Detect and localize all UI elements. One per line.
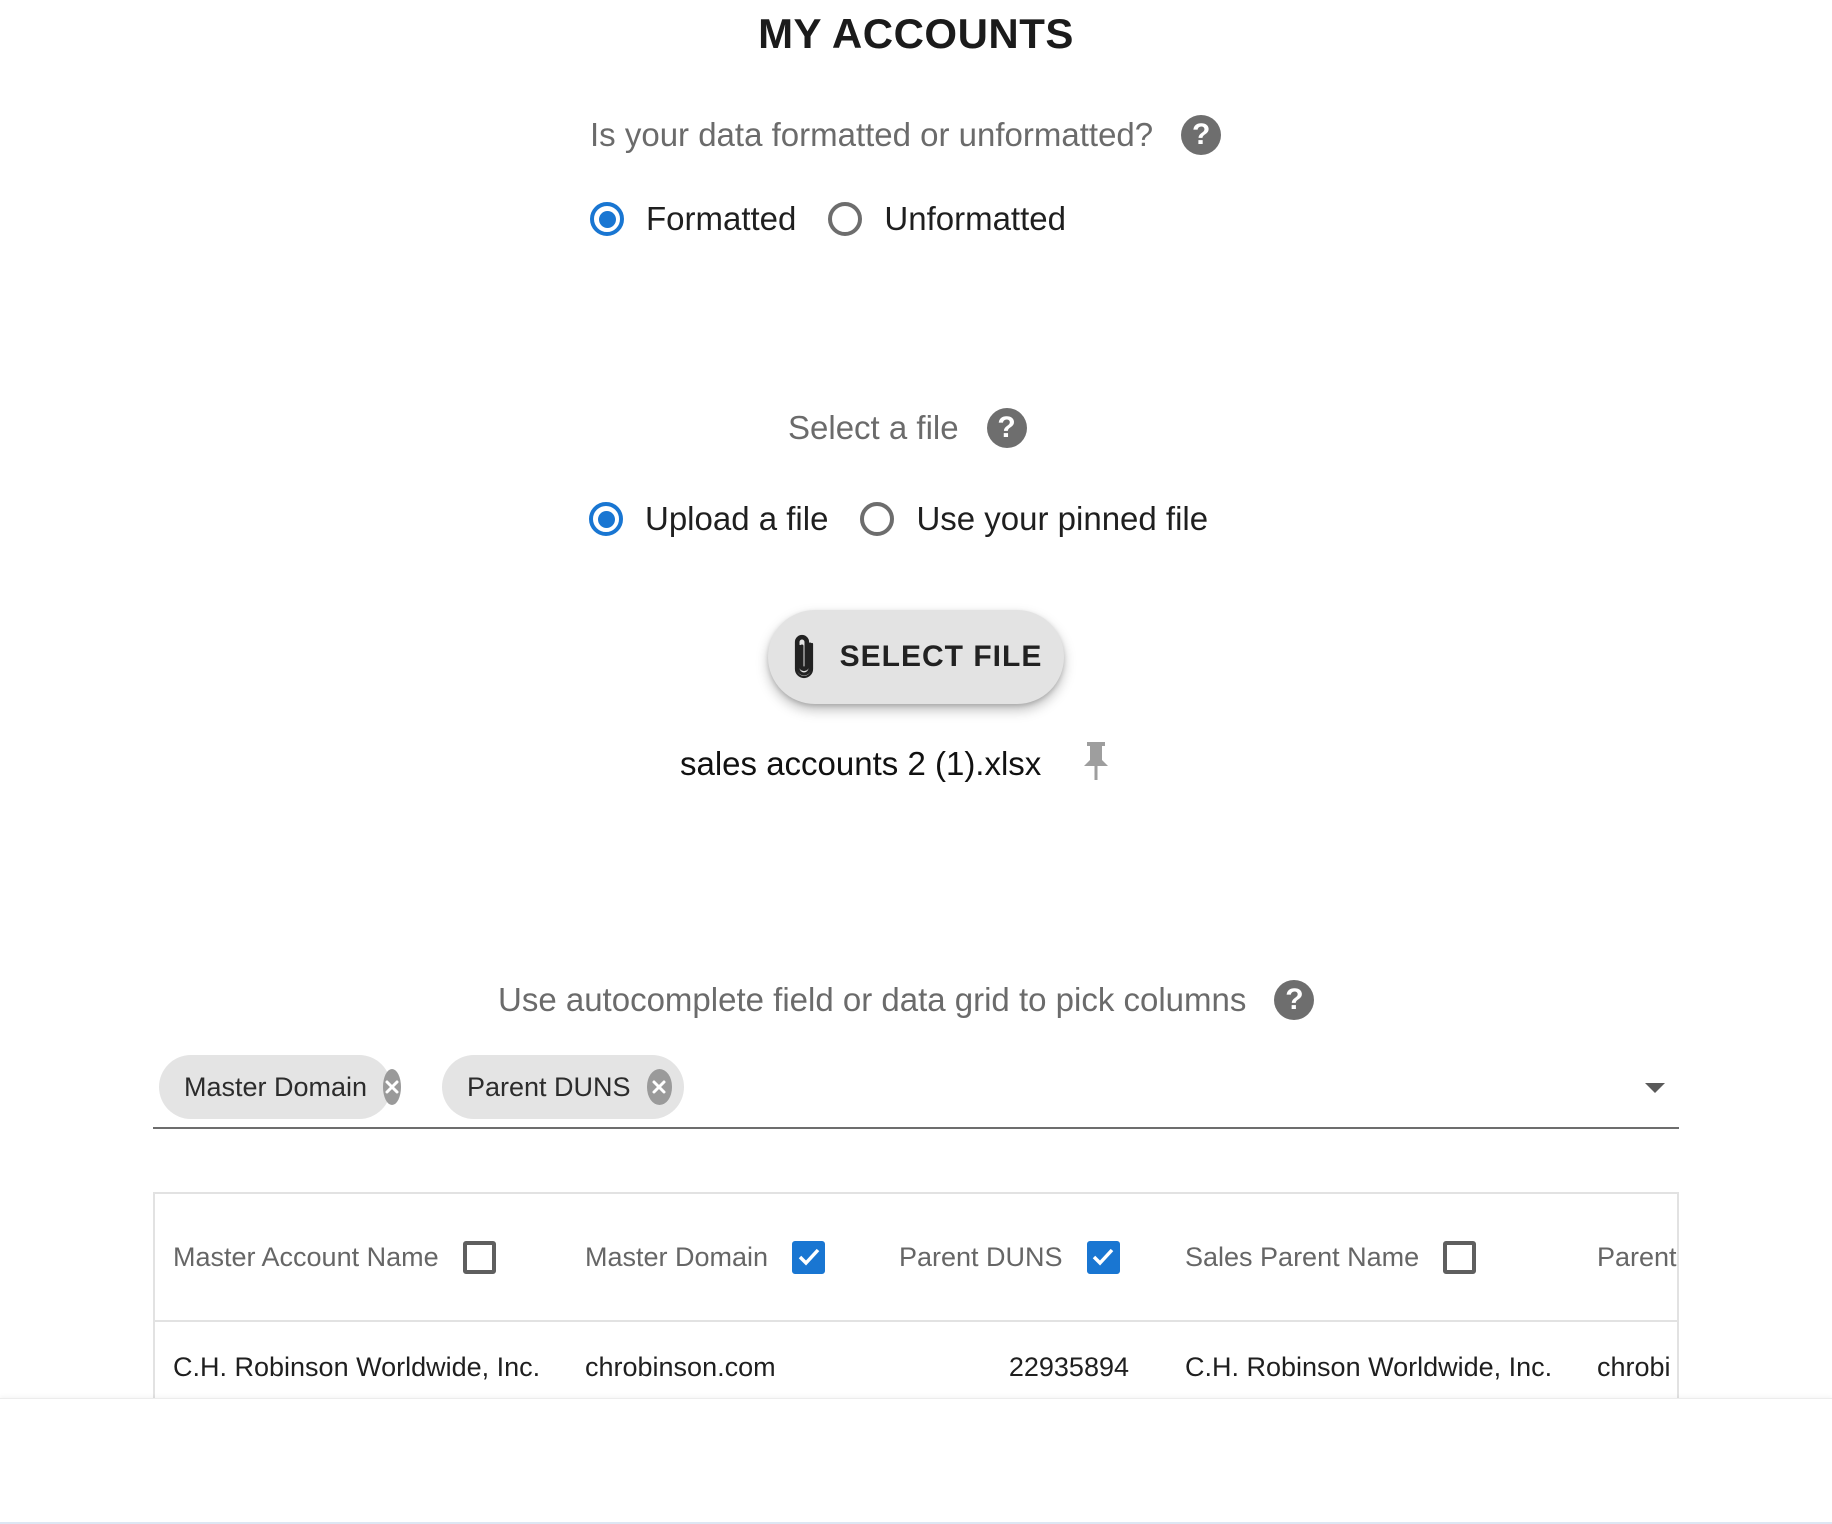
file-help-icon[interactable]: ? xyxy=(986,408,1027,448)
column-checkbox-parent-duns[interactable] xyxy=(1086,1240,1120,1274)
column-header-sales-parent-name: Sales Parent Name xyxy=(1185,1194,1477,1320)
file-question-label: Select a file xyxy=(788,409,959,446)
radio-upload-file-circle[interactable] xyxy=(589,502,623,536)
column-header-label: Master Domain xyxy=(585,1241,769,1272)
columns-question-label: Use autocomplete field or data grid to p… xyxy=(498,981,1247,1018)
table-row: C.H. Robinson Worldwide, Inc. chrobinson… xyxy=(155,1322,1677,1402)
column-checkbox-master-domain[interactable] xyxy=(792,1240,826,1274)
radio-pinned-file[interactable]: Use your pinned file xyxy=(860,500,1208,538)
column-header-master-account-name: Master Account Name xyxy=(173,1194,496,1320)
file-radio-group: Upload a file Use your pinned file xyxy=(589,500,1240,538)
chevron-down-icon[interactable] xyxy=(1645,1083,1665,1093)
column-header-label: Parent DUNS xyxy=(899,1241,1063,1272)
chip-master-domain-remove-icon[interactable] xyxy=(383,1069,402,1105)
pin-icon[interactable] xyxy=(1080,740,1112,782)
chip-master-domain[interactable]: Master Domain xyxy=(159,1055,402,1119)
page-title: MY ACCOUNTS xyxy=(758,10,1074,57)
chip-master-domain-label: Master Domain xyxy=(184,1071,368,1102)
format-help-icon[interactable]: ? xyxy=(1181,115,1222,155)
paperclip-icon xyxy=(794,634,813,679)
cell-master-account-name: C.H. Robinson Worldwide, Inc. xyxy=(173,1351,541,1382)
radio-unformatted[interactable]: Unformatted xyxy=(828,200,1066,238)
chip-parent-duns[interactable]: Parent DUNS xyxy=(442,1055,684,1119)
radio-unformatted-label: Unformatted xyxy=(884,200,1066,237)
cell-master-domain: chrobinson.com xyxy=(585,1351,776,1382)
column-header-label: Sales Parent Name xyxy=(1185,1241,1420,1272)
column-header-label: Parent xyxy=(1597,1241,1677,1272)
select-file-button[interactable]: SELECT FILE xyxy=(768,610,1064,704)
column-header-parent: Parent xyxy=(1597,1194,1677,1320)
cell-sales-parent-name: C.H. Robinson Worldwide, Inc. xyxy=(1185,1351,1553,1382)
column-autocomplete-field[interactable]: Master Domain Parent DUNS xyxy=(153,1055,1679,1129)
select-file-label: SELECT FILE xyxy=(839,640,1043,673)
format-question-label: Is your data formatted or unformatted? xyxy=(590,116,1154,153)
column-header-master-domain: Master Domain xyxy=(585,1194,826,1320)
footer-band xyxy=(0,1398,1832,1524)
page: MY ACCOUNTS Is your data formatted or un… xyxy=(0,0,1832,1524)
column-checkbox-sales-parent-name[interactable] xyxy=(1443,1240,1477,1274)
grid-header: Master Account Name Master Domain Parent… xyxy=(155,1194,1677,1322)
column-header-label: Master Account Name xyxy=(173,1241,439,1272)
columns-help-icon[interactable]: ? xyxy=(1274,980,1315,1020)
column-header-parent-duns: Parent DUNS xyxy=(899,1194,1120,1320)
file-question: Select a file ? xyxy=(788,408,1027,448)
radio-upload-file[interactable]: Upload a file xyxy=(589,500,828,538)
radio-upload-file-label: Upload a file xyxy=(645,500,829,537)
check-icon xyxy=(1092,1248,1114,1266)
radio-formatted[interactable]: Formatted xyxy=(590,200,796,238)
format-radio-group: Formatted Unformatted xyxy=(590,200,1098,238)
radio-formatted-circle[interactable] xyxy=(590,202,624,236)
radio-formatted-label: Formatted xyxy=(646,200,797,237)
radio-pinned-file-circle[interactable] xyxy=(860,502,895,536)
check-icon xyxy=(798,1248,819,1266)
data-grid: Master Account Name Master Domain Parent… xyxy=(153,1192,1679,1402)
radio-unformatted-circle[interactable] xyxy=(828,202,863,236)
cell-parent-duns: 22935894 xyxy=(1008,1351,1129,1382)
format-question: Is your data formatted or unformatted? ? xyxy=(590,115,1222,155)
columns-question: Use autocomplete field or data grid to p… xyxy=(498,980,1315,1020)
column-checkbox-master-account-name[interactable] xyxy=(462,1240,496,1274)
selected-filename: sales accounts 2 (1).xlsx xyxy=(680,745,1042,782)
cell-parent: chrobi xyxy=(1597,1351,1671,1382)
chip-parent-duns-label: Parent DUNS xyxy=(467,1071,631,1102)
radio-pinned-file-label: Use your pinned file xyxy=(916,500,1209,537)
chip-parent-duns-remove-icon[interactable] xyxy=(646,1069,672,1105)
